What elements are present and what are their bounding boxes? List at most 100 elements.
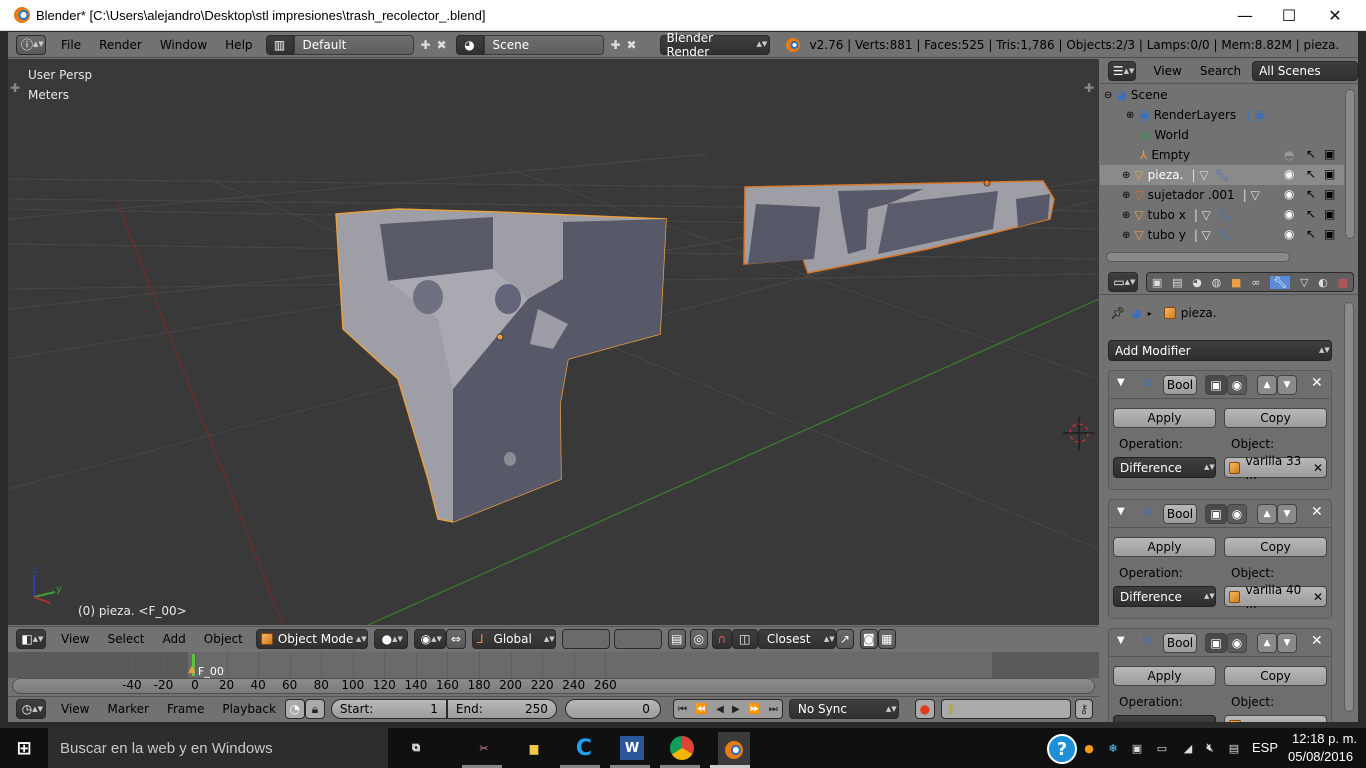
transform-orientation-dropdown[interactable]: ⅃ Global ▲▼	[471, 629, 556, 649]
editor-type-outliner-button[interactable]: ☰ ▲▼	[1108, 61, 1137, 81]
tab-texture-icon[interactable]: ▩	[1338, 276, 1348, 289]
tab-object-icon[interactable]: ■	[1231, 276, 1241, 289]
copy-button[interactable]: Copy	[1224, 666, 1327, 686]
mesh-object-pieza[interactable]	[335, 208, 667, 523]
outliner-item-renderlayers[interactable]: ⊕ ▣ RenderLayers | ▣	[1100, 105, 1344, 125]
add-modifier-dropdown[interactable]: Add Modifier ▲▼	[1108, 340, 1332, 361]
selectability-cursor-icon[interactable]: ↖	[1306, 167, 1316, 181]
scene-icon[interactable]: ◕	[455, 34, 484, 55]
editor-type-info-button[interactable]: ⓘ ▲▼	[16, 34, 46, 55]
playback-controls[interactable]: ⏮ ⏪ ◀ ▶ ⏩ ⏭	[672, 699, 783, 719]
jump-keyframe-forward-icon[interactable]: ⏩	[748, 704, 760, 715]
menu-view[interactable]: View	[52, 632, 98, 646]
chrome-icon[interactable]	[670, 736, 694, 760]
move-down-icon[interactable]: ▼	[1277, 633, 1297, 653]
menu-marker[interactable]: Marker	[98, 702, 157, 716]
move-up-icon[interactable]: ▲	[1257, 633, 1277, 653]
tab-modifiers-icon[interactable]: 🔧︎	[1270, 275, 1291, 289]
render-animation-icon[interactable]: ▦	[877, 629, 896, 649]
move-down-icon[interactable]: ▼	[1277, 375, 1297, 395]
menu-window[interactable]: Window	[151, 38, 216, 52]
language-indicator[interactable]: ESP	[1252, 740, 1278, 755]
play-icon[interactable]: ▶	[732, 704, 740, 715]
timeline-track[interactable]: ▲ F_00	[8, 652, 1099, 678]
renderability-camera-icon[interactable]: ▣	[1324, 187, 1335, 201]
volume-muted-icon[interactable]: 🔇︎	[1200, 736, 1220, 760]
close-button[interactable]: ✕	[1312, 0, 1358, 31]
tab-render-icon[interactable]: ▣	[1152, 276, 1162, 289]
tool-shelf-toggle-icon[interactable]: ✚	[10, 81, 20, 95]
tab-material-icon[interactable]: ◐	[1318, 276, 1328, 289]
editor-type-properties-button[interactable]: ▭ ▲▼	[1108, 272, 1138, 292]
modifier-name-field[interactable]: Bool	[1163, 633, 1197, 653]
object-field[interactable]: varilla 33 ... ✕	[1224, 454, 1327, 482]
object-field[interactable]: ✕	[1224, 715, 1327, 722]
clear-object-icon[interactable]: ✕	[1313, 461, 1323, 475]
viewport-shading-dropdown[interactable]: ● ▲▼	[373, 629, 408, 649]
outliner-menu-view[interactable]: View	[1144, 64, 1190, 78]
selectability-cursor-icon[interactable]: ↖	[1306, 147, 1316, 161]
screen-layout-icon[interactable]: ▥	[265, 34, 294, 55]
copy-button[interactable]: Copy	[1224, 537, 1327, 557]
add-layout-icon[interactable]: ✚	[418, 37, 434, 53]
apply-button[interactable]: Apply	[1113, 537, 1216, 557]
expand-icon[interactable]: ⊕	[1122, 230, 1130, 241]
expand-icon[interactable]: ⊕	[1126, 110, 1134, 121]
tab-scene-icon[interactable]: ◕	[1192, 276, 1202, 289]
renderability-camera-icon[interactable]: ▣	[1324, 207, 1335, 221]
battery-icon[interactable]: ▭	[1152, 736, 1172, 760]
outliner-horizontal-scrollbar[interactable]	[1106, 252, 1290, 262]
file-explorer-icon[interactable]: ▆	[522, 736, 546, 760]
pivot-point-dropdown[interactable]: ◉ ▲▼	[413, 629, 446, 649]
drive-tray-icon[interactable]: ▣	[1128, 736, 1146, 760]
viewport-toggle-eye-icon[interactable]: ◉	[1227, 375, 1247, 395]
snap-align-rotation-icon[interactable]: ↗	[835, 629, 854, 649]
snap-magnet-icon[interactable]: ∩	[711, 629, 732, 649]
preview-range-icon[interactable]: ◔	[284, 699, 305, 719]
copy-button[interactable]: Copy	[1224, 408, 1327, 428]
visibility-eye-icon[interactable]: ◉	[1284, 227, 1294, 241]
remove-layout-icon[interactable]: ✖	[434, 37, 450, 53]
snowflake-tray-icon[interactable]: ❄	[1104, 736, 1122, 760]
record-keyframe-icon[interactable]: ●	[914, 699, 935, 719]
remove-scene-icon[interactable]: ✖	[624, 37, 640, 53]
3d-cursor-icon[interactable]	[1063, 417, 1095, 451]
modifier-name-field[interactable]: Bool	[1163, 375, 1197, 395]
mesh-object-sujetador[interactable]	[743, 179, 1055, 274]
help-icon[interactable]: ?	[1047, 734, 1077, 764]
pin-icon[interactable]: 📌︎	[1110, 306, 1125, 320]
viewport-toggle-eye-icon[interactable]: ◉	[1227, 633, 1247, 653]
remove-modifier-icon[interactable]: ✕	[1311, 375, 1323, 391]
taskbar-search-box[interactable]: Buscar en la web y en Windows	[48, 728, 388, 768]
ccleaner-icon[interactable]: C	[572, 736, 596, 761]
clear-object-icon[interactable]: ✕	[1313, 719, 1323, 723]
clock-date[interactable]: 05/08/2016	[1288, 749, 1353, 764]
word-icon[interactable]: W	[620, 736, 644, 760]
minimize-button[interactable]: —	[1222, 0, 1268, 31]
visibility-eye-icon[interactable]: ◉	[1284, 207, 1294, 221]
proportional-edit-icon[interactable]: ◎	[689, 629, 708, 649]
move-up-icon[interactable]: ▲	[1257, 375, 1277, 395]
selectability-cursor-icon[interactable]: ↖	[1306, 207, 1316, 221]
menu-timeline-view[interactable]: View	[52, 702, 98, 716]
maximize-button[interactable]: ☐	[1266, 0, 1312, 31]
lock-camera-icon[interactable]: ▤	[667, 629, 686, 649]
menu-playback[interactable]: Playback	[213, 702, 285, 716]
collapse-triangle-icon[interactable]: ▼	[1117, 635, 1125, 646]
action-center-icon[interactable]: ▤	[1224, 736, 1244, 760]
collapse-triangle-icon[interactable]: ▼	[1117, 377, 1125, 388]
remove-modifier-icon[interactable]: ✕	[1311, 504, 1323, 520]
jump-keyframe-back-icon[interactable]: ⏪	[695, 704, 707, 715]
collapse-icon[interactable]: ⊖	[1104, 90, 1112, 101]
snap-element-dropdown[interactable]: ◫	[731, 629, 758, 649]
expand-icon[interactable]: ⊕	[1122, 210, 1130, 221]
properties-scrollbar[interactable]	[1344, 302, 1354, 712]
editor-type-3dview-button[interactable]: ◧ ▲▼	[16, 629, 46, 649]
screen-layout-field[interactable]: Default	[293, 34, 414, 55]
render-engine-dropdown[interactable]: Blender Render ▲▼	[659, 31, 770, 59]
operation-dropdown[interactable]: Difference ▲▼	[1113, 586, 1216, 607]
menu-add[interactable]: Add	[154, 632, 195, 646]
start-frame-field[interactable]: Start: 1	[330, 699, 447, 719]
tab-constraints-icon[interactable]: ∞	[1251, 276, 1260, 289]
sync-mode-dropdown[interactable]: No Sync ▲▼	[788, 699, 899, 719]
